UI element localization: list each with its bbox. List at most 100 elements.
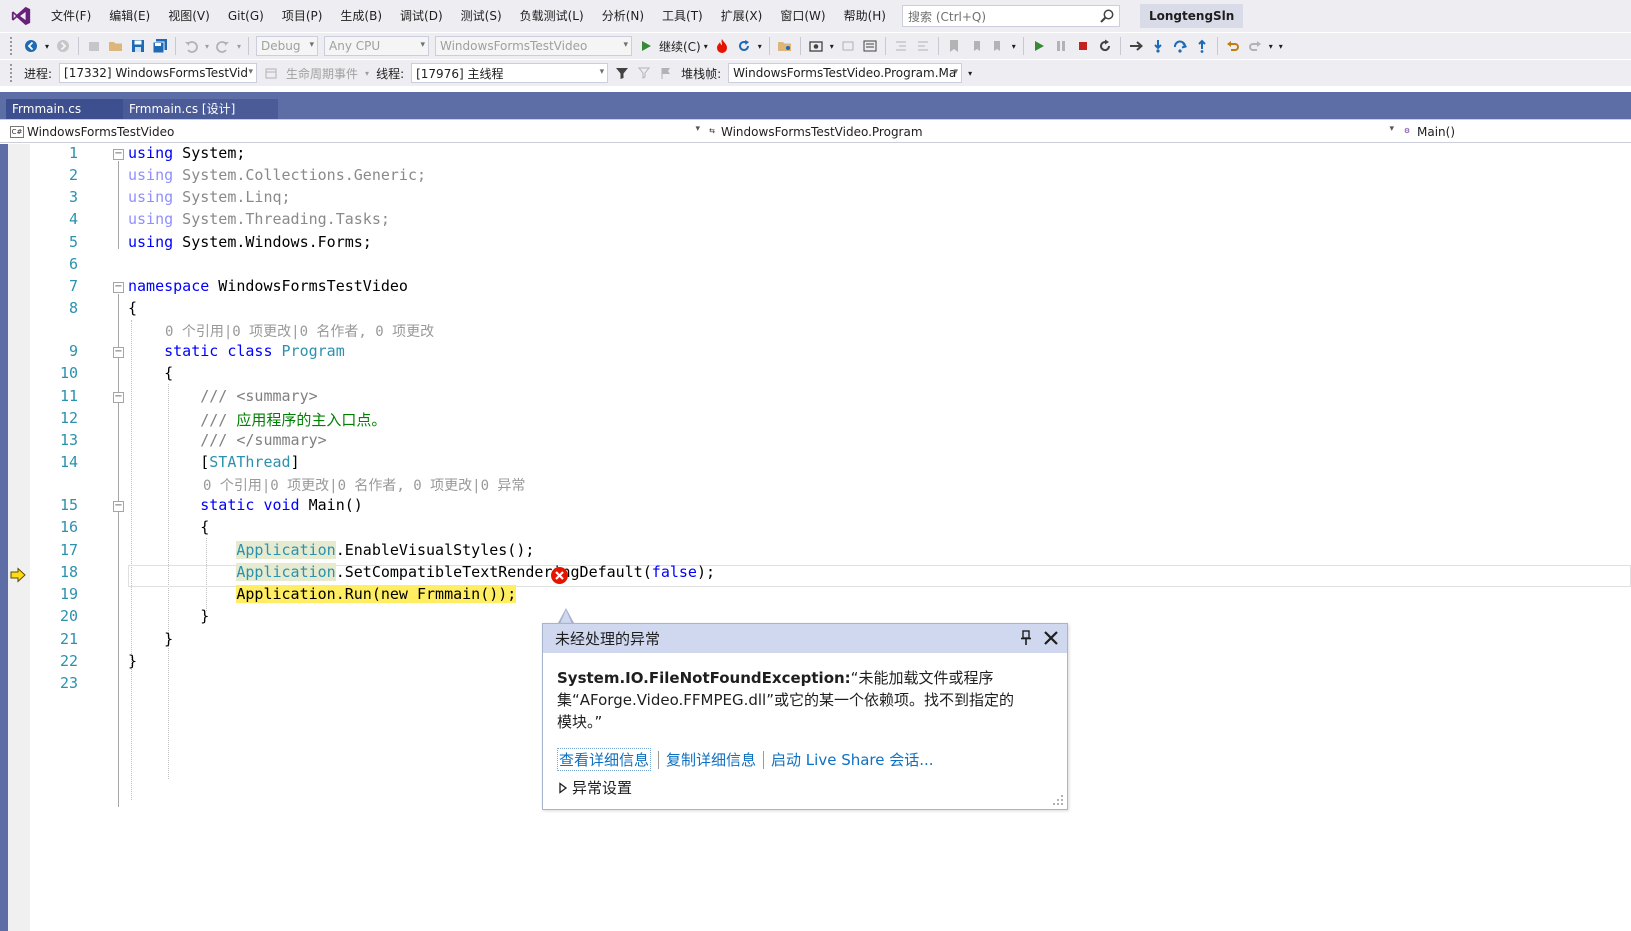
menu-file[interactable]: 文件(F) — [42, 4, 100, 28]
next-bookmark-icon[interactable] — [987, 35, 1009, 57]
dropdown-arrow-icon[interactable]: ▾ — [701, 35, 711, 57]
menu-tools[interactable]: 工具(T) — [653, 4, 712, 28]
undo-orange-icon[interactable] — [1222, 35, 1244, 57]
menu-analyze[interactable]: 分析(N) — [593, 4, 653, 28]
type-scope-select[interactable]: ⇆ WindowsFormsTestVideo.Program ▾ — [706, 122, 1396, 141]
menu-view[interactable]: 视图(V) — [159, 4, 219, 28]
exception-error-icon[interactable] — [550, 566, 569, 585]
current-statement-arrow-icon[interactable] — [10, 567, 26, 583]
menu-extensions[interactable]: 扩展(X) — [712, 4, 772, 28]
toolbar-grip[interactable] — [10, 64, 14, 82]
codelens-main-references[interactable]: 0 个引用|0 项更改|0 名作者, 0 项更改|0 异常 — [203, 475, 525, 495]
menu-project[interactable]: 项目(P) — [273, 4, 332, 28]
solution-configuration-select[interactable]: Debug ▾ — [256, 36, 318, 56]
indicator-margin[interactable] — [8, 144, 30, 931]
undo-icon[interactable] — [180, 35, 202, 57]
start-live-share-link[interactable]: 启动 Live Share 会话... — [771, 749, 934, 770]
flag-threads-icon[interactable] — [633, 62, 655, 84]
view-details-link[interactable]: 查看详细信息 — [557, 748, 652, 771]
member-scope-select[interactable]: ⚙ Main() — [1400, 122, 1631, 141]
collapse-toggle-icon[interactable]: − — [113, 282, 124, 293]
save-all-icon[interactable] — [149, 35, 171, 57]
continue-play-icon[interactable] — [635, 35, 657, 57]
toolbar-overflow-icon[interactable]: ▾ — [965, 62, 975, 84]
code-line[interactable]: static class Program — [128, 342, 345, 360]
collapse-toggle-icon[interactable]: − — [113, 347, 124, 358]
step-into-icon[interactable] — [1147, 35, 1169, 57]
code-line[interactable]: using System.Collections.Generic; — [128, 166, 426, 184]
visual-studio-logo-icon[interactable] — [0, 0, 42, 32]
show-next-statement-icon[interactable] — [1125, 35, 1147, 57]
stack-frame-select[interactable]: WindowsFormsTestVideo.Program.Ma ▾ — [728, 63, 963, 83]
resize-grip-icon[interactable] — [1052, 794, 1064, 806]
pin-icon[interactable] — [1019, 630, 1033, 649]
code-line[interactable]: /// 应用程序的主入口点。 — [128, 409, 386, 430]
code-line[interactable]: namespace WindowsFormsTestVideo — [128, 277, 408, 295]
code-line[interactable]: using System.Linq; — [128, 188, 291, 206]
code-line[interactable]: { — [128, 299, 137, 317]
refresh-icon[interactable] — [733, 35, 755, 57]
close-icon[interactable] — [1043, 630, 1059, 649]
code-line[interactable]: { — [128, 518, 209, 536]
solution-platform-select[interactable]: Any CPU ▾ — [324, 36, 429, 56]
code-line[interactable]: static void Main() — [128, 496, 363, 514]
tab-frmmain-designer[interactable]: Frmmain.cs [设计] — [123, 99, 278, 119]
redo-icon[interactable] — [212, 35, 234, 57]
dropdown-arrow-icon[interactable]: ▾ — [827, 35, 837, 57]
menu-debug[interactable]: 调试(D) — [391, 4, 452, 28]
step-over-icon[interactable] — [1169, 35, 1191, 57]
process-select[interactable]: [17332] WindowsFormsTestVid ▾ — [59, 63, 258, 83]
navigate-forward-icon[interactable] — [52, 35, 74, 57]
codelens-class-references[interactable]: 0 个引用|0 项更改|0 名作者, 0 项更改 — [165, 321, 434, 341]
break-all-pause-icon[interactable] — [1050, 35, 1072, 57]
collapse-toggle-icon[interactable]: − — [113, 392, 124, 403]
previous-bookmark-icon[interactable] — [965, 35, 987, 57]
search-input[interactable]: 搜索 (Ctrl+Q) — [902, 5, 1120, 27]
new-project-icon[interactable] — [83, 35, 105, 57]
indent-icon[interactable] — [912, 35, 934, 57]
tab-frmmain-code[interactable]: Frmmain.cs — [6, 99, 123, 119]
dropdown-arrow-icon[interactable]: ▾ — [755, 35, 765, 57]
browse-folder-icon[interactable] — [774, 35, 796, 57]
open-folder-icon[interactable] — [105, 35, 127, 57]
filter-threads-icon[interactable] — [611, 62, 633, 84]
stop-debugging-icon[interactable] — [1072, 35, 1094, 57]
dropdown-arrow-icon[interactable]: ▾ — [202, 35, 212, 57]
step-out-icon[interactable] — [1191, 35, 1213, 57]
show-flagged-threads-icon[interactable] — [655, 62, 677, 84]
startup-project-select[interactable]: WindowsFormsTestVideo ▾ — [435, 36, 632, 56]
copy-details-link[interactable]: 复制详细信息 — [666, 749, 756, 770]
lifecycle-events-icon[interactable] — [260, 62, 282, 84]
code-line[interactable]: using System.Windows.Forms; — [128, 233, 372, 251]
collapse-toggle-icon[interactable]: − — [113, 501, 124, 512]
bookmark-icon[interactable] — [943, 35, 965, 57]
code-line[interactable]: using System; — [128, 144, 245, 162]
continue-debug-play-icon[interactable] — [1028, 35, 1050, 57]
menu-build[interactable]: 生成(B) — [331, 4, 391, 28]
project-scope-select[interactable]: C# WindowsFormsTestVideo ▾ — [10, 122, 702, 141]
restart-icon[interactable] — [1094, 35, 1116, 57]
menu-load-test[interactable]: 负载测试(L) — [511, 4, 593, 28]
step-into-specific-icon[interactable] — [837, 35, 859, 57]
menu-edit[interactable]: 编辑(E) — [100, 4, 159, 28]
thread-select[interactable]: [17976] 主线程 ▾ — [411, 63, 609, 83]
code-line[interactable]: } — [128, 630, 173, 648]
collapse-toggle-icon[interactable]: − — [113, 149, 124, 160]
menu-window[interactable]: 窗口(W) — [771, 4, 834, 28]
code-line-current-statement[interactable]: Application.Run(new Frmmain()); — [128, 585, 517, 603]
save-icon[interactable] — [127, 35, 149, 57]
toolbar-overflow-icon[interactable]: ▾ — [1009, 35, 1019, 57]
menu-test[interactable]: 测试(S) — [452, 4, 511, 28]
exception-settings-expander[interactable]: 异常设置 — [557, 777, 632, 798]
outdent-icon[interactable] — [890, 35, 912, 57]
navigate-back-icon[interactable] — [20, 35, 42, 57]
continue-button[interactable]: 继续(C) — [659, 38, 701, 55]
code-line[interactable]: Application.EnableVisualStyles(); — [128, 541, 534, 559]
dropdown-arrow-icon[interactable]: ▾ — [42, 35, 52, 57]
lifecycle-events-button[interactable]: 生命周期事件 — [286, 65, 358, 82]
show-threads-icon[interactable] — [859, 35, 881, 57]
code-line[interactable]: /// </summary> — [128, 431, 326, 449]
toolbar-overflow-icon[interactable]: ▾ — [1276, 35, 1286, 57]
dropdown-arrow-icon[interactable]: ▾ — [234, 35, 244, 57]
code-line[interactable]: using System.Threading.Tasks; — [128, 210, 390, 228]
